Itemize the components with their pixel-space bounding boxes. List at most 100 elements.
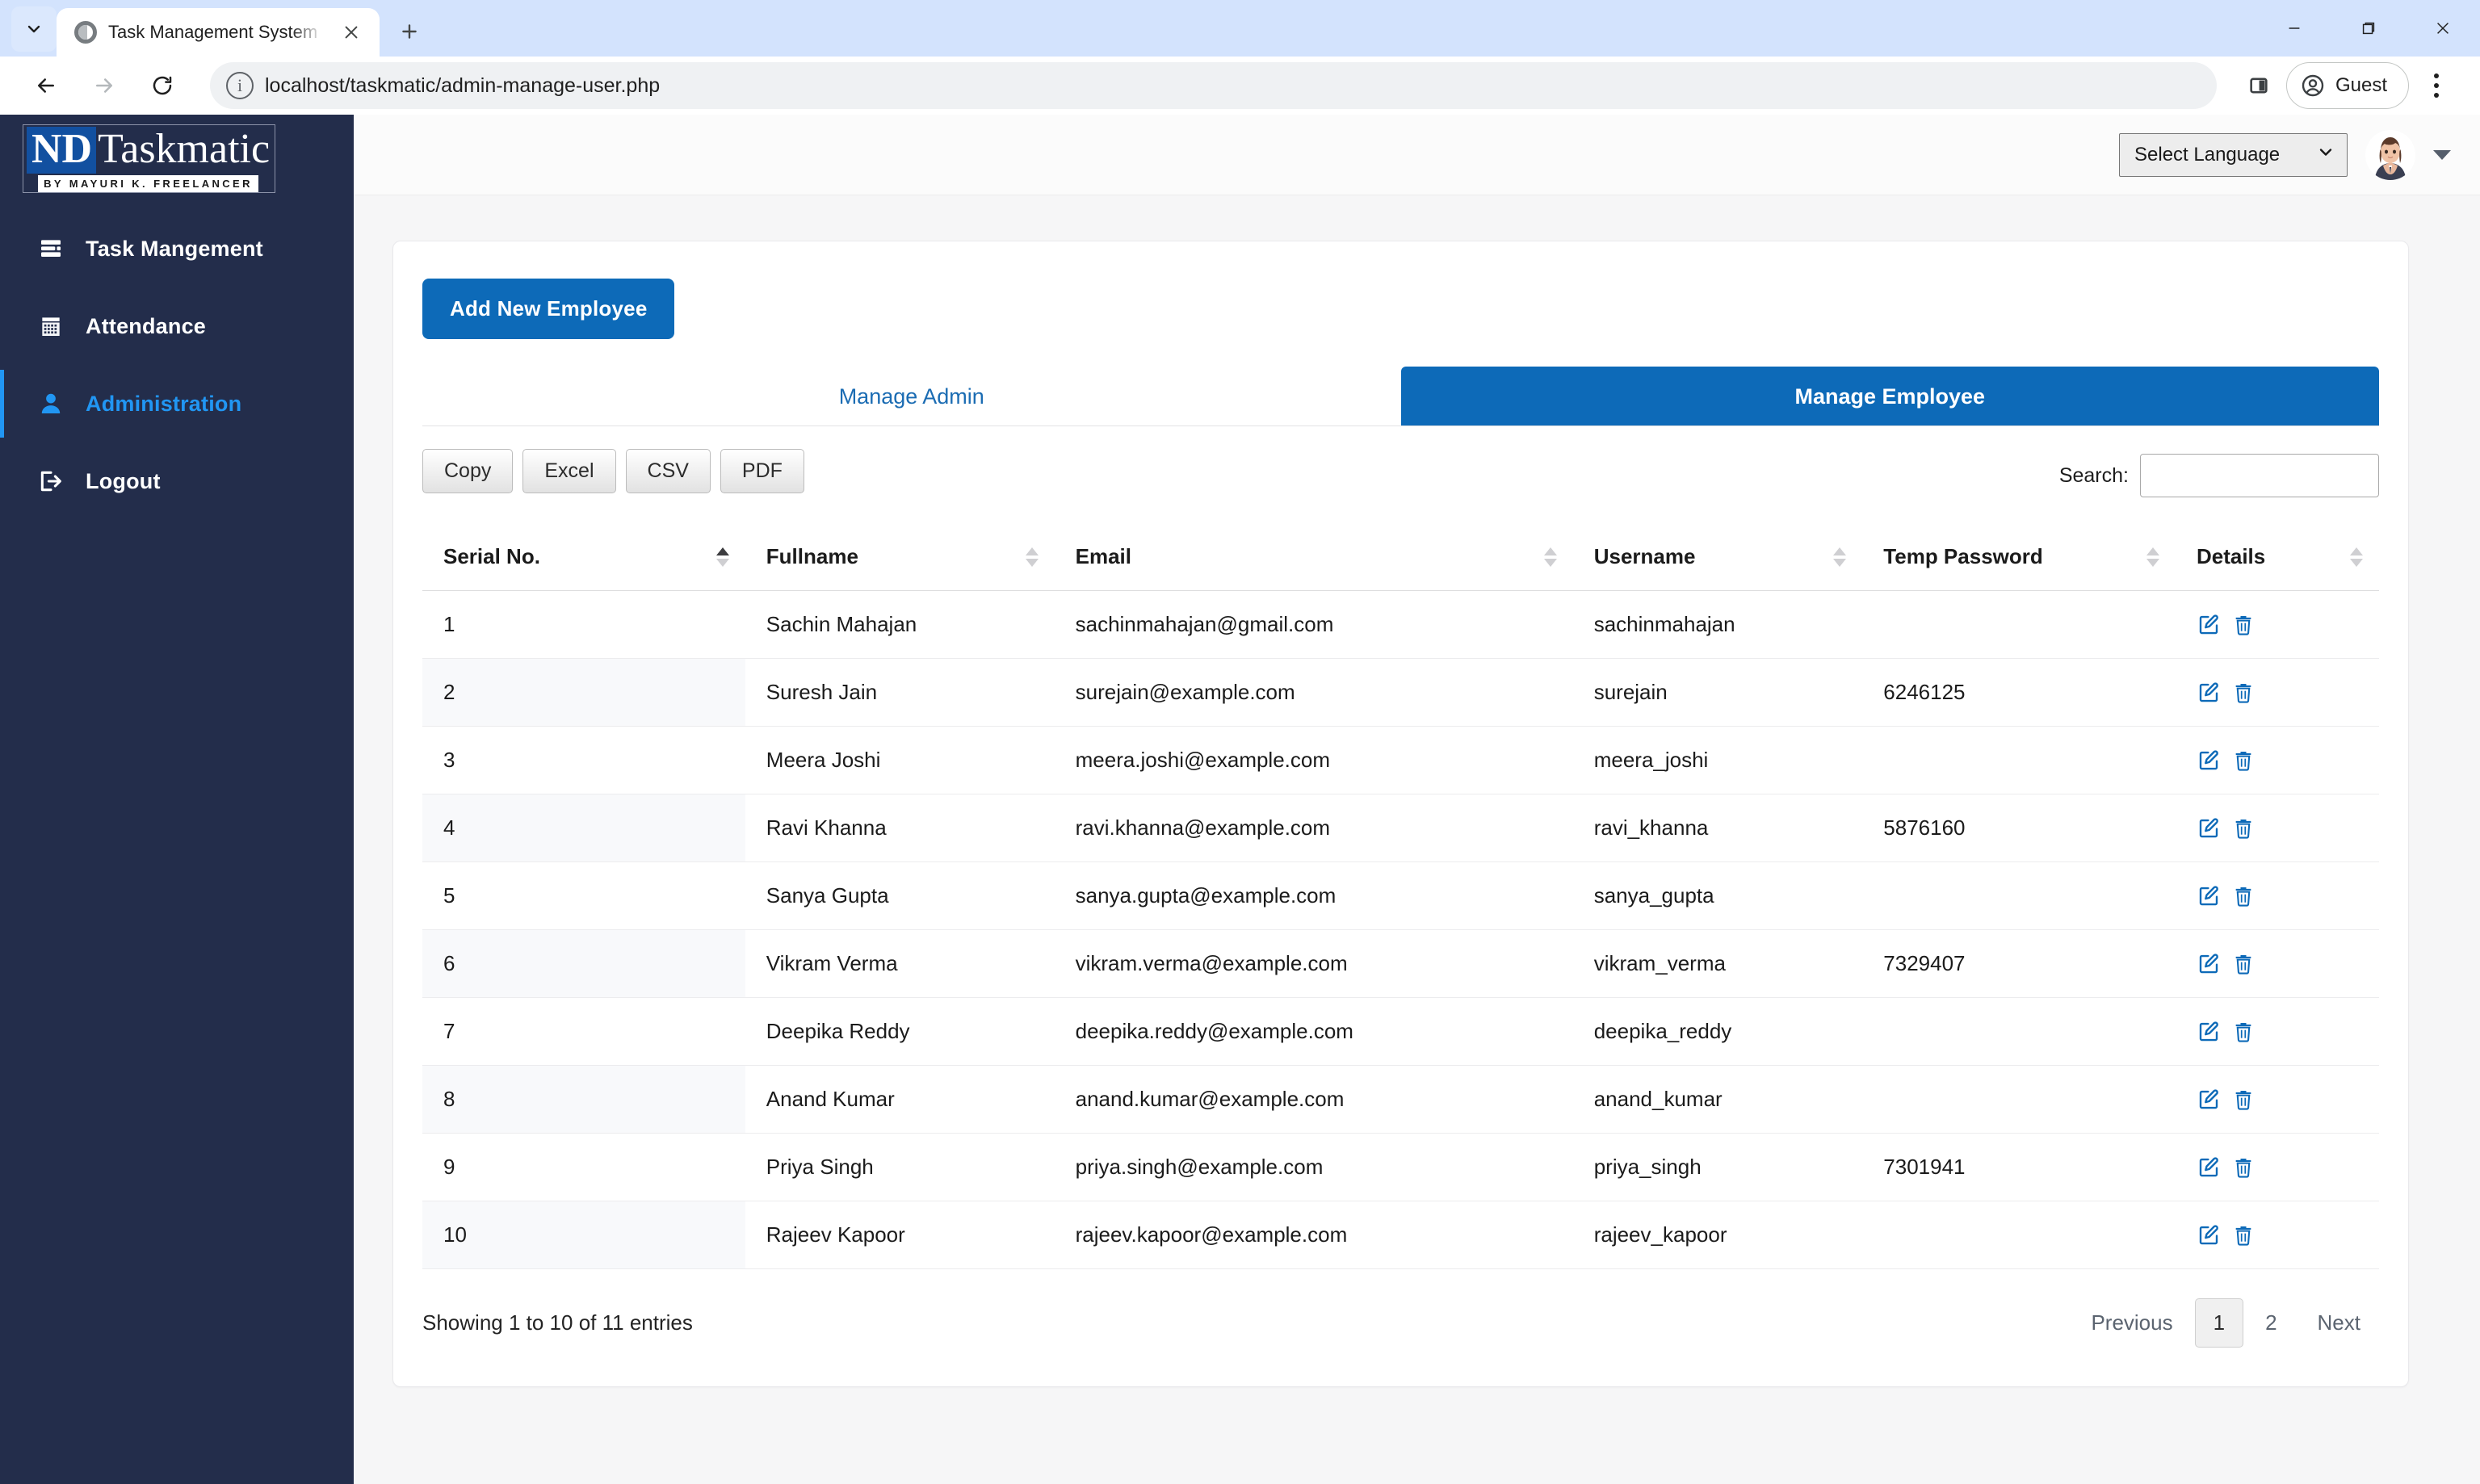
page-viewport: ND Taskmatic BY MAYURI K. FREELANCER Tas…: [0, 115, 2480, 1484]
tab-title: Task Management System by M: [108, 22, 323, 42]
sidebar-item-attendance[interactable]: Attendance: [0, 287, 354, 365]
employee-table: Serial No. Fullname Email Username Temp …: [422, 523, 2379, 1269]
sidebar-item-logout[interactable]: Logout: [0, 442, 354, 520]
serial-cell: 1: [422, 591, 745, 659]
table-row: 6 Vikram Verma vikram.verma@example.com vik…: [422, 930, 2379, 998]
edit-icon[interactable]: [2197, 681, 2221, 705]
close-window-icon[interactable]: [2406, 0, 2480, 57]
temp-password-cell: [1862, 862, 2176, 930]
site-info-icon[interactable]: i: [226, 72, 254, 99]
profile-label: Guest: [2335, 74, 2387, 96]
toolbar-right: Guest: [2236, 61, 2459, 111]
profile-button[interactable]: Guest: [2285, 62, 2409, 109]
tab-search-icon[interactable]: [11, 6, 57, 52]
copy-button[interactable]: Copy: [422, 449, 514, 493]
temp-password-cell: 7301941: [1862, 1134, 2176, 1201]
email-cell: rajeev.kapoor@example.com: [1054, 1201, 1573, 1269]
browser-menu-icon[interactable]: [2414, 61, 2459, 111]
add-new-employee-button[interactable]: Add New Employee: [422, 279, 675, 339]
edit-icon[interactable]: [2197, 884, 2221, 908]
edit-icon[interactable]: [2197, 748, 2221, 773]
sidebar-item-label: Task Mangement: [86, 236, 263, 261]
forward-icon[interactable]: [79, 61, 129, 111]
entries-info: Showing 1 to 10 of 11 entries: [422, 1310, 693, 1335]
minimize-icon[interactable]: [2257, 0, 2331, 57]
edit-icon[interactable]: [2197, 816, 2221, 841]
table-row: 1 Sachin Mahajan sachinmahajan@gmail.com sa…: [422, 591, 2379, 659]
delete-icon[interactable]: [2232, 681, 2255, 704]
table-row: 8 Anand Kumar anand.kumar@example.com anand…: [422, 1066, 2379, 1134]
pagination-page-2[interactable]: 2: [2247, 1298, 2295, 1348]
delete-icon[interactable]: [2232, 1021, 2255, 1043]
app-logo[interactable]: ND Taskmatic BY MAYURI K. FREELANCER: [0, 115, 354, 195]
edit-icon[interactable]: [2197, 1155, 2221, 1180]
temp-password-cell: 7329407: [1862, 930, 2176, 998]
column-header-details[interactable]: Details: [2175, 523, 2379, 591]
column-label: Serial No.: [443, 544, 540, 568]
email-cell: ravi.khanna@example.com: [1054, 794, 1573, 862]
csv-button[interactable]: CSV: [625, 449, 711, 493]
excel-button[interactable]: Excel: [522, 449, 616, 493]
delete-icon[interactable]: [2232, 1224, 2255, 1247]
fullname-cell: Anand Kumar: [745, 1066, 1055, 1134]
table-footer: Showing 1 to 10 of 11 entries Previous 1…: [422, 1298, 2379, 1348]
page-topbar: Select Language: [354, 115, 2480, 195]
delete-icon[interactable]: [2232, 953, 2255, 975]
username-cell: ravi_khanna: [1572, 794, 1863, 862]
chevron-down-icon: [2316, 142, 2335, 167]
column-header-serial-no[interactable]: Serial No.: [422, 523, 745, 591]
column-header-email[interactable]: Email: [1054, 523, 1573, 591]
edit-icon[interactable]: [2197, 613, 2221, 637]
details-cell: [2175, 862, 2379, 930]
browser-tab[interactable]: Task Management System by M: [57, 8, 380, 57]
back-icon[interactable]: [21, 61, 71, 111]
delete-icon[interactable]: [2232, 749, 2255, 772]
new-tab-button[interactable]: [392, 15, 426, 48]
details-cell: [2175, 659, 2379, 727]
user-icon: [37, 391, 65, 417]
column-header-username[interactable]: Username: [1572, 523, 1863, 591]
address-bar[interactable]: i localhost/taskmatic/admin-manage-user.…: [210, 62, 2217, 109]
pagination: Previous 1 2 Next: [2072, 1298, 2379, 1348]
column-label: Temp Password: [1883, 544, 2043, 568]
sort-arrows-icon: [1025, 547, 1039, 567]
column-label: Email: [1075, 544, 1131, 568]
search-input[interactable]: [2140, 454, 2379, 497]
split-view-icon[interactable]: [2236, 63, 2281, 108]
maximize-icon[interactable]: [2331, 0, 2406, 57]
table-row: 4 Ravi Khanna ravi.khanna@example.com ravi_…: [422, 794, 2379, 862]
pdf-button[interactable]: PDF: [720, 449, 804, 493]
sidebar-item-task-management[interactable]: Task Mangement: [0, 210, 354, 287]
edit-icon[interactable]: [2197, 952, 2221, 976]
column-header-fullname[interactable]: Fullname: [745, 523, 1055, 591]
temp-password-cell: [1862, 1201, 2176, 1269]
reload-icon[interactable]: [137, 61, 187, 111]
edit-icon[interactable]: [2197, 1020, 2221, 1044]
column-header-temp-password[interactable]: Temp Password: [1862, 523, 2176, 591]
delete-icon[interactable]: [2232, 1088, 2255, 1111]
edit-icon[interactable]: [2197, 1223, 2221, 1247]
delete-icon[interactable]: [2232, 885, 2255, 908]
sidebar-item-label: Administration: [86, 391, 242, 416]
close-icon[interactable]: [334, 15, 368, 49]
fullname-cell: Ravi Khanna: [745, 794, 1055, 862]
language-select[interactable]: Select Language: [2119, 132, 2348, 177]
email-cell: meera.joshi@example.com: [1054, 727, 1573, 794]
avatar[interactable]: [2365, 129, 2415, 180]
delete-icon[interactable]: [2232, 1156, 2255, 1179]
edit-icon[interactable]: [2197, 1088, 2221, 1112]
delete-icon[interactable]: [2232, 817, 2255, 840]
username-cell: vikram_verma: [1572, 930, 1863, 998]
tab-manage-employee[interactable]: Manage Employee: [1400, 367, 2379, 425]
pagination-page-1[interactable]: 1: [2194, 1298, 2244, 1348]
profile-chevron-icon[interactable]: [2433, 149, 2451, 160]
serial-cell: 5: [422, 862, 745, 930]
pagination-next[interactable]: Next: [2299, 1298, 2379, 1348]
pagination-previous[interactable]: Previous: [2072, 1298, 2191, 1348]
table-toolbar: Copy Excel CSV PDF Search:: [422, 449, 2379, 497]
sidebar-item-administration[interactable]: Administration: [0, 365, 354, 442]
tab-manage-admin[interactable]: Manage Admin: [422, 367, 1401, 425]
delete-icon[interactable]: [2232, 614, 2255, 636]
language-select-value: Select Language: [2134, 143, 2281, 166]
details-cell: [2175, 1066, 2379, 1134]
